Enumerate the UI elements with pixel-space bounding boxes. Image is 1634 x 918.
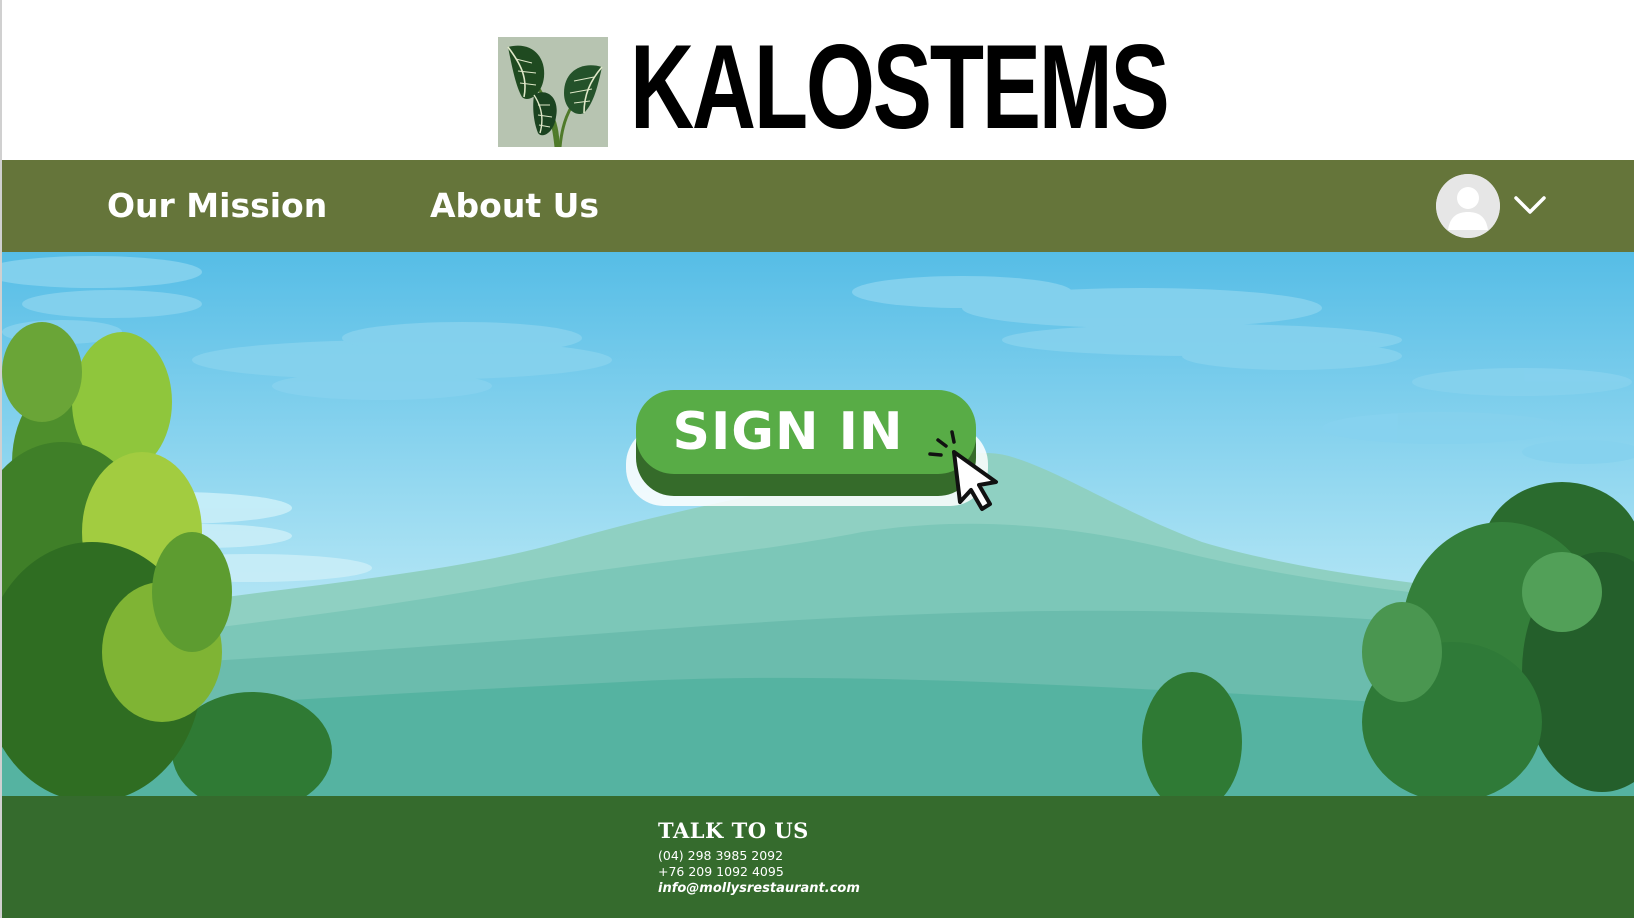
footer-title: TALK TO US bbox=[658, 818, 809, 843]
sign-in-button[interactable]: SIGN IN bbox=[624, 390, 1014, 530]
alocasia-leaf-icon[interactable] bbox=[498, 37, 608, 147]
chevron-down-icon[interactable] bbox=[1510, 186, 1550, 226]
main-nav: Our Mission About Us bbox=[0, 160, 1634, 252]
sign-in-label: SIGN IN bbox=[672, 402, 904, 462]
nav-link-our-mission[interactable]: Our Mission bbox=[107, 186, 327, 226]
user-avatar-icon[interactable] bbox=[1436, 174, 1500, 238]
site-header: KALOSTEMS bbox=[0, 0, 1634, 160]
nav-link-about-us[interactable]: About Us bbox=[430, 186, 599, 226]
hand-pointer-click-icon bbox=[924, 426, 1024, 526]
footer-phone-2[interactable]: +76 209 1092 4095 bbox=[658, 864, 784, 880]
brand-name[interactable]: KALOSTEMS bbox=[630, 22, 1170, 152]
footer-email-link[interactable]: info@mollysrestaurant.com bbox=[658, 881, 860, 897]
site-footer: TALK TO US (04) 298 3985 2092 +76 209 10… bbox=[0, 796, 1634, 918]
hero-banner: SIGN IN bbox=[0, 252, 1634, 796]
footer-phone-1[interactable]: (04) 298 3985 2092 bbox=[658, 848, 783, 864]
